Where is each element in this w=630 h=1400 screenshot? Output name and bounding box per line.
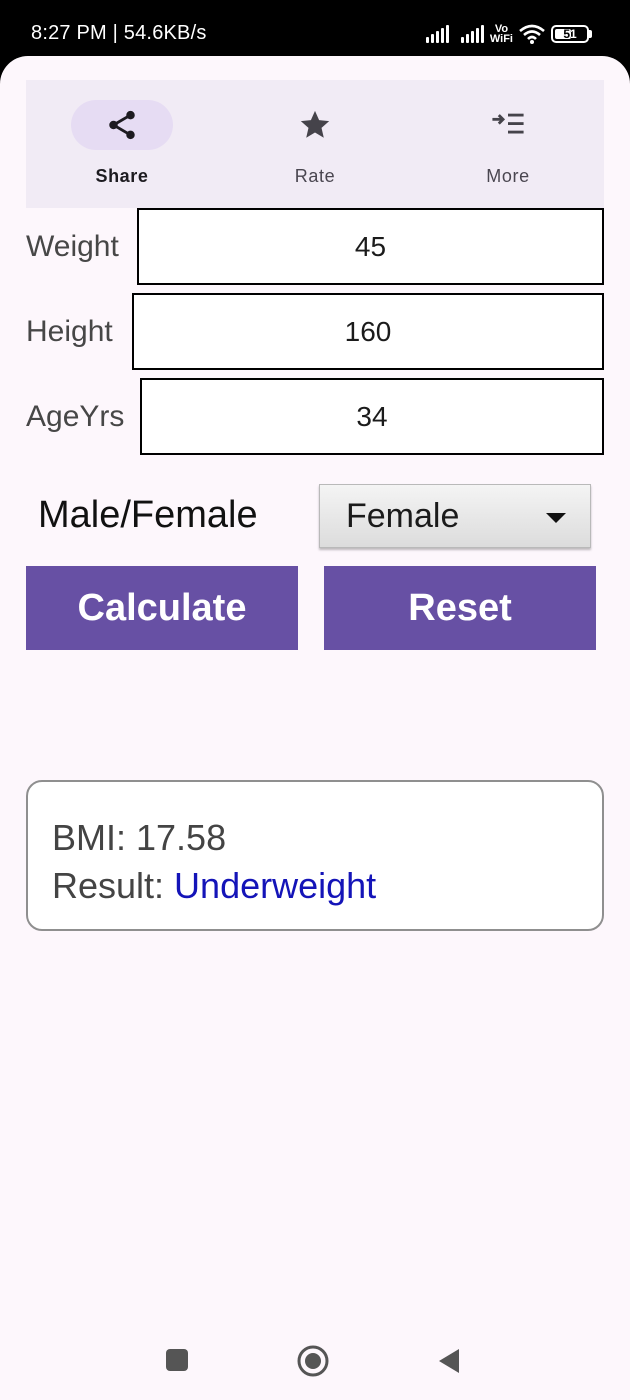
toolbar-item-rate[interactable]: Rate <box>219 80 411 208</box>
home-circle-icon[interactable] <box>296 1344 330 1378</box>
age-label: AgeYrs <box>26 400 125 433</box>
result-value: Underweight <box>174 865 377 906</box>
toolbar-label-more: More <box>486 166 530 186</box>
result-card: BMI: 17.58 Result: Underweight <box>26 780 604 931</box>
status-icons: Vo WiFi 51 <box>425 20 592 48</box>
vowifi-bottom: WiFi <box>489 33 513 45</box>
gender-label: Male/Female <box>38 494 258 536</box>
calculate-button[interactable]: Calculate <box>26 566 298 650</box>
height-input[interactable]: 160 <box>132 293 604 370</box>
more-indicator <box>457 100 559 150</box>
gender-dropdown[interactable]: Female <box>319 484 591 548</box>
result-line: Result: Underweight <box>52 862 578 910</box>
toolbar-label-rate: Rate <box>294 166 336 186</box>
age-input[interactable]: 34 <box>140 378 604 455</box>
weight-input[interactable]: 45 <box>137 208 604 285</box>
wifi-icon <box>519 24 545 44</box>
bmi-value: 17.58 <box>136 817 227 858</box>
result-prefix: Result: <box>52 865 175 906</box>
rate-indicator <box>264 100 366 150</box>
battery-level: 51 <box>563 27 577 41</box>
signal-icon <box>460 25 484 43</box>
back-triangle-icon[interactable] <box>437 1347 461 1375</box>
signal-icon <box>425 25 449 43</box>
share-indicator <box>71 100 173 150</box>
gender-selected-value: Female <box>346 496 460 535</box>
bmi-line: BMI: 17.58 <box>52 814 578 862</box>
dropdown-arrow-icon <box>546 513 566 523</box>
weight-label: Weight <box>26 230 119 263</box>
toolbar-label-share: Share <box>95 166 149 186</box>
star-icon <box>300 110 330 138</box>
more-list-icon <box>492 113 524 134</box>
action-toolbar: Share Rate More <box>26 80 604 208</box>
toolbar-item-more[interactable]: More <box>412 80 604 208</box>
reset-button[interactable]: Reset <box>324 566 596 650</box>
share-icon <box>109 110 135 140</box>
recents-square-icon[interactable] <box>165 1348 189 1372</box>
bmi-prefix: BMI: <box>52 817 137 858</box>
status-time: 8:27 PM | 54.6KB/s <box>31 22 207 44</box>
battery-icon: 51 <box>551 25 592 43</box>
height-label: Height <box>26 315 113 348</box>
vowifi-indicator: Vo WiFi <box>489 24 513 45</box>
toolbar-item-share[interactable]: Share <box>26 80 218 208</box>
system-navigation-bar <box>0 1322 630 1400</box>
